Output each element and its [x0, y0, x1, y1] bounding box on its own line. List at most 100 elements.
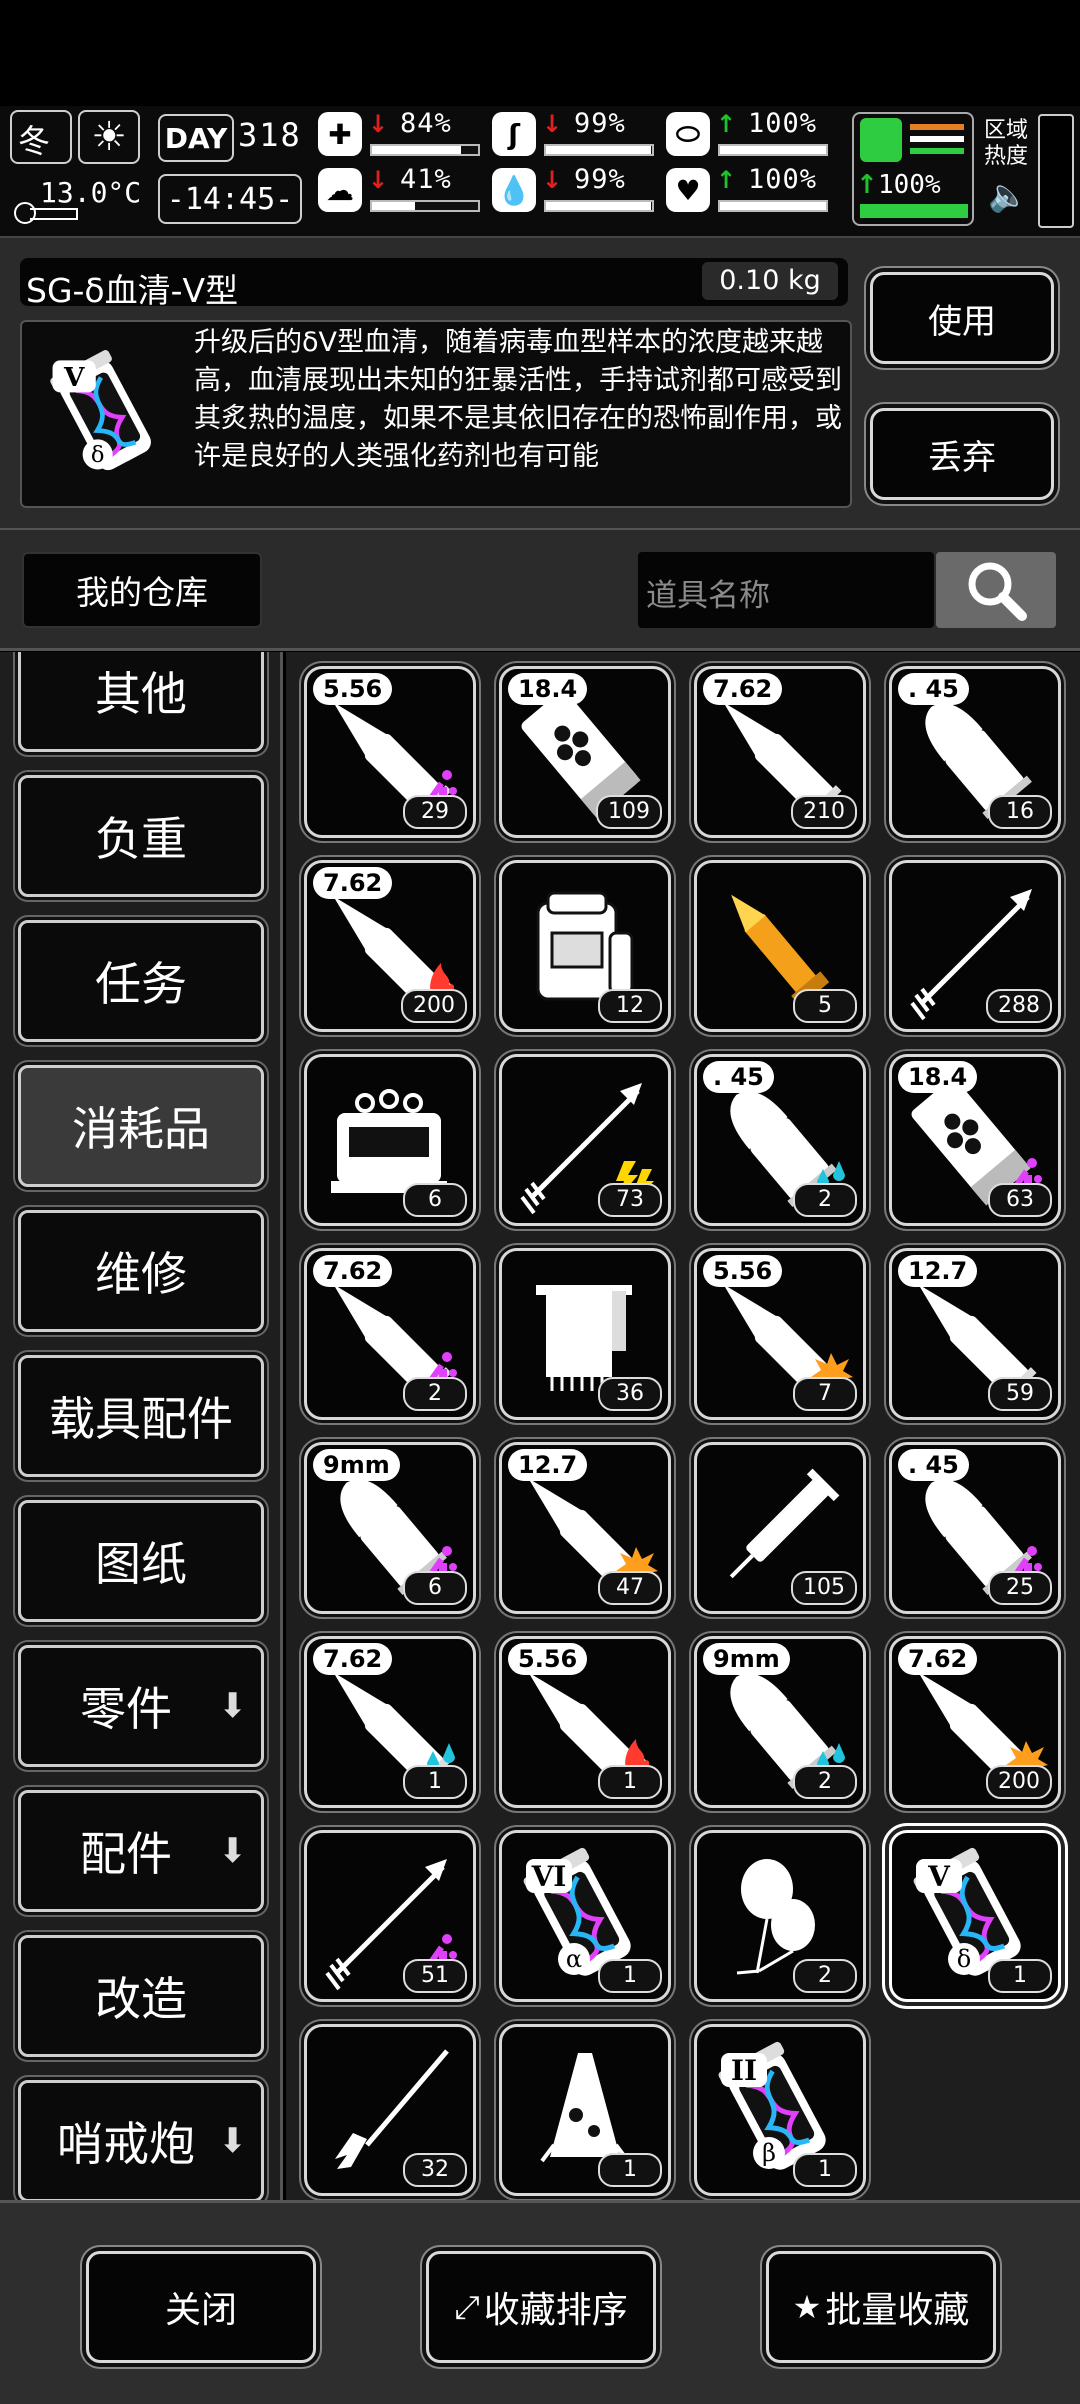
inventory-item[interactable]: VI α 1 — [499, 1830, 671, 2002]
stat-value: 99% — [574, 108, 626, 139]
stamina-bar — [860, 204, 968, 218]
use-button[interactable]: 使用 — [870, 272, 1054, 364]
clock-value: -14:45- — [166, 181, 294, 217]
boot-icon — [860, 118, 902, 162]
inventory-item[interactable]: 18.4 109 — [499, 666, 671, 838]
inventory-item[interactable]: 36 — [499, 1248, 671, 1420]
inventory-item[interactable]: Vδ1 — [889, 1830, 1061, 2002]
sun-icon: ☀ — [78, 110, 140, 164]
stars-icon: ★ — [792, 2288, 822, 2326]
trend-down-arrow: ↓ — [368, 166, 389, 194]
stamina-stripe — [910, 124, 964, 130]
inventory-item[interactable]: 5.56 29 — [304, 666, 476, 838]
inventory-item[interactable]: 12.7 47 — [499, 1442, 671, 1614]
search-icon — [968, 562, 1027, 621]
category-tab[interactable]: 零件 ⬇ — [18, 1645, 264, 1767]
discard-button[interactable]: 丢弃 — [870, 408, 1054, 500]
svg-text:V: V — [927, 1860, 951, 1893]
inventory-item[interactable]: 12 — [499, 860, 671, 1032]
category-tab[interactable]: 哨戒炮 ⬇ — [18, 2080, 264, 2200]
svg-text:VI: VI — [531, 1860, 567, 1893]
quantity-badge: 1 — [403, 1765, 467, 1799]
quantity-badge: 7 — [793, 1377, 857, 1411]
category-label: 哨戒炮 — [57, 2117, 195, 2171]
search-input[interactable]: 道具名称 — [638, 552, 934, 628]
inventory-item[interactable]: 6 — [304, 1054, 476, 1226]
category-tab[interactable]: 载具配件 — [18, 1355, 264, 1477]
inventory-item[interactable]: 7.62 200 — [889, 1636, 1061, 1808]
inventory-item[interactable]: 1 — [499, 2024, 671, 2196]
item-title-bar: SG-δ血清-V型 0.10 kg — [20, 258, 848, 310]
inventory-item[interactable]: . 45 2 — [694, 1054, 866, 1226]
inventory-item[interactable]: 2 — [694, 1830, 866, 2002]
category-tab[interactable]: 图纸 — [18, 1500, 264, 1622]
favorite-sort-button[interactable]: ⤢ 收藏排序 — [426, 2251, 656, 2363]
inventory-item[interactable]: 5 — [694, 860, 866, 1032]
inventory-item[interactable]: 5.56 7 — [694, 1248, 866, 1420]
inventory-item[interactable]: 51 — [304, 1830, 476, 2002]
inventory-item[interactable]: . 45 25 — [889, 1442, 1061, 1614]
category-tab[interactable]: 消耗品 — [18, 1065, 264, 1187]
inventory-item[interactable]: II β 1 — [694, 2024, 866, 2196]
quantity-badge: 16 — [988, 795, 1052, 829]
inventory-item[interactable]: . 45 16 — [889, 666, 1061, 838]
arrow-down-icon: ⬇ — [218, 1686, 248, 1726]
item-weight: 0.10 kg — [702, 262, 838, 300]
caliber-badge: 5.56 — [508, 1643, 588, 1675]
inventory-item[interactable]: 7.62 200 — [304, 860, 476, 1032]
caliber-badge: 18.4 — [898, 1061, 978, 1093]
quantity-badge: 47 — [598, 1571, 662, 1605]
inventory-item[interactable]: 5.56 1 — [499, 1636, 671, 1808]
inventory-item[interactable]: 73 — [499, 1054, 671, 1226]
quantity-badge: 1 — [598, 1765, 662, 1799]
inventory-item[interactable]: 7.62 2 — [304, 1248, 476, 1420]
svg-text:δ: δ — [91, 442, 105, 468]
svg-text:V: V — [63, 362, 85, 393]
category-label: 其他 — [95, 667, 187, 721]
category-tab[interactable]: 维修 — [18, 1210, 264, 1332]
category-tab[interactable]: 任务 — [18, 920, 264, 1042]
inventory-item[interactable]: 7.62 1 — [304, 1636, 476, 1808]
stat-bar-fill — [720, 202, 826, 210]
season-label: 冬 — [18, 122, 51, 160]
category-label: 消耗品 — [72, 1102, 210, 1156]
use-button-label: 使用 — [928, 301, 996, 342]
quantity-badge: 32 — [403, 2153, 467, 2187]
stomach-icon: ʃ — [492, 112, 536, 156]
category-tab[interactable]: 配件 ⬇ — [18, 1790, 264, 1912]
quantity-badge: 51 — [403, 1959, 467, 1993]
search-button[interactable] — [936, 552, 1056, 628]
inventory-item[interactable]: 12.7 59 — [889, 1248, 1061, 1420]
stat-bar-fill — [546, 146, 651, 154]
stamina-bar-fill — [862, 206, 966, 216]
inventory-item[interactable]: 32 — [304, 2024, 476, 2196]
batch-favorite-label: 批量收藏 — [825, 2290, 970, 2331]
category-label: 任务 — [95, 957, 187, 1011]
quantity-badge: 25 — [988, 1571, 1052, 1605]
close-button[interactable]: 关闭 — [86, 2251, 316, 2363]
stat-bar — [718, 200, 828, 212]
stat-bar-fill — [546, 202, 651, 210]
category-label: 负重 — [95, 812, 187, 866]
storage-title-tab[interactable]: 我的仓库 — [22, 552, 262, 628]
inventory-item[interactable]: 9mm 6 — [304, 1442, 476, 1614]
quantity-badge: 2 — [793, 1765, 857, 1799]
inventory-item[interactable]: 288 — [889, 860, 1061, 1032]
serum-icon: Vδ — [50, 350, 151, 471]
category-tab[interactable]: 负重 — [18, 775, 264, 897]
trend-down-arrow: ↓ — [542, 110, 563, 138]
batch-favorite-button[interactable]: ★ 批量收藏 — [766, 2251, 996, 2363]
season-indicator: 冬 — [10, 110, 72, 164]
inventory-item[interactable]: 7.62 210 — [694, 666, 866, 838]
inventory-item[interactable]: 105 — [694, 1442, 866, 1614]
caliber-badge: 5.56 — [703, 1255, 783, 1287]
stat-value: 84% — [400, 108, 452, 139]
category-tab[interactable]: 改造 — [18, 1935, 264, 2057]
quantity-badge: 59 — [988, 1377, 1052, 1411]
inventory-item[interactable]: 18.4 63 — [889, 1054, 1061, 1226]
category-tab[interactable]: 其他 — [18, 652, 264, 752]
quantity-badge: 200 — [401, 989, 467, 1023]
speaker-icon[interactable]: 🔈 — [988, 176, 1028, 214]
stat-value: 100% — [748, 108, 818, 139]
inventory-item[interactable]: 9mm 2 — [694, 1636, 866, 1808]
